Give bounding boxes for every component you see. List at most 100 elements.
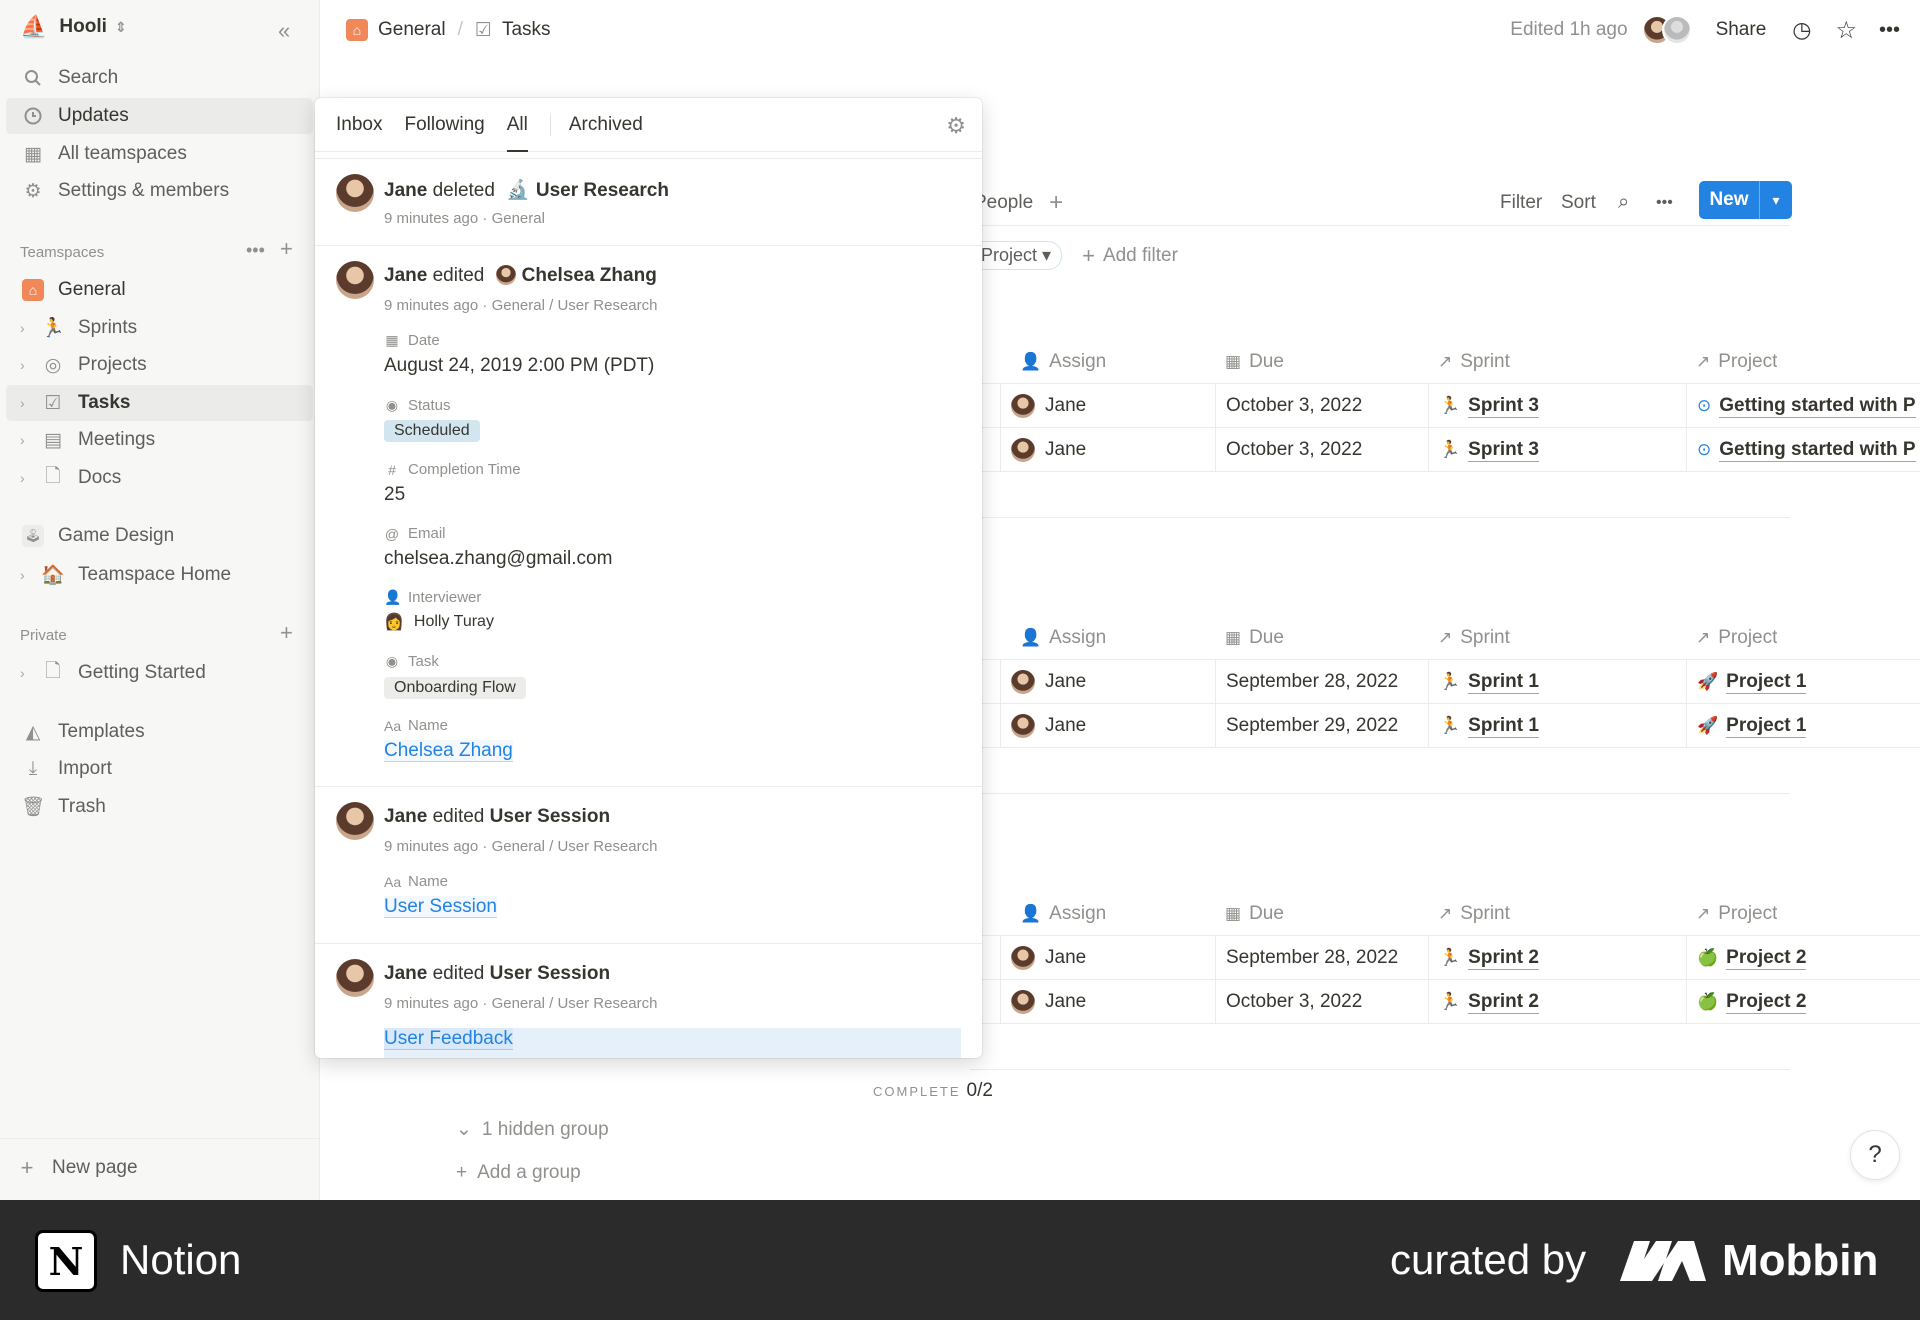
column-assign[interactable]: 👤 Assign	[1010, 616, 1106, 660]
hidden-group-toggle[interactable]: ⌄ 1 hidden group	[456, 1118, 609, 1141]
column-assign[interactable]: 👤 Assign	[1010, 892, 1106, 936]
chevron-right-icon[interactable]: ›	[20, 320, 25, 336]
sidebar-item-search[interactable]: Search	[6, 60, 313, 96]
sprint-value[interactable]: Sprint 3	[1468, 395, 1539, 418]
search-icon[interactable]: ⌕	[1618, 191, 1629, 214]
sidebar-item-getting-started[interactable]: › 🗋 Getting Started	[6, 655, 313, 691]
update-item[interactable]: Jane edited User Session 9 minutes ago ·…	[315, 786, 982, 943]
project-cell[interactable]: 🚀 Project 1	[1686, 660, 1920, 704]
target[interactable]: User Session	[490, 806, 610, 827]
sprint-cell[interactable]: 🏃 Sprint 1	[1428, 660, 1686, 704]
sidebar-item-import[interactable]: ⤓ Import	[6, 751, 313, 787]
breadcrumb-general[interactable]: General	[378, 19, 446, 41]
column-due[interactable]: ▦ Due	[1215, 616, 1284, 660]
help-button[interactable]: ?	[1850, 1130, 1900, 1180]
sprint-cell[interactable]: 🏃 Sprint 3	[1428, 384, 1686, 428]
tab-people[interactable]: People	[974, 192, 1033, 214]
tab-archived[interactable]: Archived	[549, 113, 643, 136]
project-cell[interactable]: ⊙ Getting started with P	[1686, 384, 1920, 428]
chevron-down-icon[interactable]: ▾	[1759, 181, 1792, 219]
project-cell[interactable]: ⊙ Getting started with P	[1686, 428, 1920, 472]
due-cell[interactable]: September 29, 2022	[1215, 704, 1428, 748]
sprint-value[interactable]: Sprint 2	[1468, 947, 1539, 970]
project-value[interactable]: Project 2	[1726, 947, 1807, 970]
sidebar-item-docs[interactable]: › 🗋 Docs	[6, 460, 313, 496]
breadcrumb-tasks[interactable]: Tasks	[502, 19, 551, 41]
assign-cell[interactable]: Jane	[1000, 980, 1215, 1024]
sprint-cell[interactable]: 🏃 Sprint 1	[1428, 704, 1686, 748]
due-cell[interactable]: September 28, 2022	[1215, 936, 1428, 980]
assign-cell[interactable]: Jane	[1000, 384, 1215, 428]
sprint-value[interactable]: Sprint 1	[1468, 671, 1539, 694]
sidebar-item-settings[interactable]: ⚙ Settings & members	[6, 173, 313, 209]
sidebar-item-game-design[interactable]: 🕹 Game Design	[6, 518, 313, 554]
assign-cell[interactable]: Jane	[1000, 428, 1215, 472]
add-private-page-icon[interactable]: +	[280, 620, 293, 646]
column-due[interactable]: ▦ Due	[1215, 892, 1284, 936]
target[interactable]: Chelsea Zhang	[522, 265, 657, 286]
column-sprint[interactable]: ↗ Sprint	[1428, 892, 1510, 936]
column-assign[interactable]: 👤 Assign	[1010, 340, 1106, 384]
sidebar-item-updates[interactable]: Updates	[6, 98, 313, 134]
tab-following[interactable]: Following	[404, 98, 484, 152]
filter-button[interactable]: Filter	[1500, 192, 1542, 214]
more-icon[interactable]: •••	[246, 240, 265, 261]
add-filter-button[interactable]: Add filter	[1103, 245, 1178, 267]
sprint-cell[interactable]: 🏃 Sprint 2	[1428, 980, 1686, 1024]
assign-cell[interactable]: Jane	[1000, 936, 1215, 980]
chevron-right-icon[interactable]: ›	[20, 357, 25, 373]
assign-cell[interactable]: Jane	[1000, 704, 1215, 748]
add-teamspace-icon[interactable]: +	[280, 236, 293, 262]
sidebar-item-projects[interactable]: › ◎ Projects	[6, 347, 313, 383]
column-sprint[interactable]: ↗ Sprint	[1428, 616, 1510, 660]
add-view-icon[interactable]: +	[1049, 189, 1063, 217]
sidebar-item-general[interactable]: ⌂ General	[6, 272, 313, 308]
more-icon[interactable]: •••	[1879, 19, 1900, 42]
project-value[interactable]: Project 1	[1726, 671, 1807, 694]
sprint-cell[interactable]: 🏃 Sprint 2	[1428, 936, 1686, 980]
sort-button[interactable]: Sort	[1561, 192, 1596, 214]
sidebar-item-meetings[interactable]: › ▤ Meetings	[6, 422, 313, 458]
project-value[interactable]: Getting started with P	[1719, 395, 1916, 418]
project-value[interactable]: Getting started with P	[1719, 439, 1916, 462]
new-button[interactable]: New ▾	[1699, 181, 1792, 219]
due-cell[interactable]: September 28, 2022	[1215, 660, 1428, 704]
chevron-right-icon[interactable]: ›	[20, 665, 25, 681]
table-row[interactable]: Jane October 3, 2022 🏃 Sprint 3 ⊙ Getting …	[970, 428, 1920, 472]
sidebar-item-teamspace-home[interactable]: › 🏠 Teamspace Home	[6, 557, 313, 593]
table-row[interactable]: Jane September 28, 2022 🏃 Sprint 1 🚀 Proje…	[970, 660, 1920, 704]
due-cell[interactable]: October 3, 2022	[1215, 428, 1428, 472]
table-row[interactable]: Jane October 3, 2022 🏃 Sprint 2 🍏 Project …	[970, 980, 1920, 1024]
project-cell[interactable]: 🍏 Project 2	[1686, 980, 1920, 1024]
column-project[interactable]: ↗ Project	[1686, 892, 1777, 936]
target[interactable]: User Research	[536, 180, 669, 201]
project-filter-pill[interactable]: Project ▾	[970, 241, 1063, 270]
table-row[interactable]: Jane October 3, 2022 🏃 Sprint 3 ⊙ Getting …	[970, 384, 1920, 428]
update-item[interactable]: Jane edited User Session 9 minutes ago ·…	[315, 943, 982, 1058]
sidebar-item-tasks[interactable]: › ☑ Tasks	[6, 385, 313, 421]
due-cell[interactable]: October 3, 2022	[1215, 384, 1428, 428]
sprint-value[interactable]: Sprint 2	[1468, 991, 1539, 1014]
avatar[interactable]	[1661, 15, 1692, 45]
table-row[interactable]: Jane September 28, 2022 🏃 Sprint 2 🍏 Proje…	[970, 936, 1920, 980]
gear-icon[interactable]: ⚙	[946, 113, 966, 139]
chevron-right-icon[interactable]: ›	[20, 470, 25, 486]
update-item[interactable]: Jane deleted 🔬 User Research 9 minutes ag…	[315, 158, 982, 245]
updates-feed[interactable]: Jane deleted 🔬 User Research 9 minutes ag…	[315, 153, 982, 1058]
add-group-button[interactable]: + Add a group	[456, 1162, 581, 1184]
sprint-value[interactable]: Sprint 1	[1468, 715, 1539, 738]
sidebar-item-templates[interactable]: ◭ Templates	[6, 714, 313, 750]
tab-all[interactable]: All	[506, 98, 529, 152]
workspace-switcher[interactable]: ⛵ Hooli ⇕	[20, 14, 127, 40]
share-button[interactable]: Share	[1716, 19, 1767, 41]
name-link[interactable]: User Session	[384, 896, 497, 918]
project-value[interactable]: Project 1	[1726, 715, 1807, 738]
column-due[interactable]: ▦ Due	[1215, 340, 1284, 384]
chevron-right-icon[interactable]: ›	[20, 567, 25, 583]
name-link[interactable]: Chelsea Zhang	[384, 740, 513, 762]
name-link[interactable]: User Feedback	[384, 1028, 513, 1050]
collapse-sidebar-icon[interactable]: «	[278, 18, 290, 44]
column-sprint[interactable]: ↗ Sprint	[1428, 340, 1510, 384]
target[interactable]: User Session	[490, 963, 610, 984]
chevron-right-icon[interactable]: ›	[20, 432, 25, 448]
